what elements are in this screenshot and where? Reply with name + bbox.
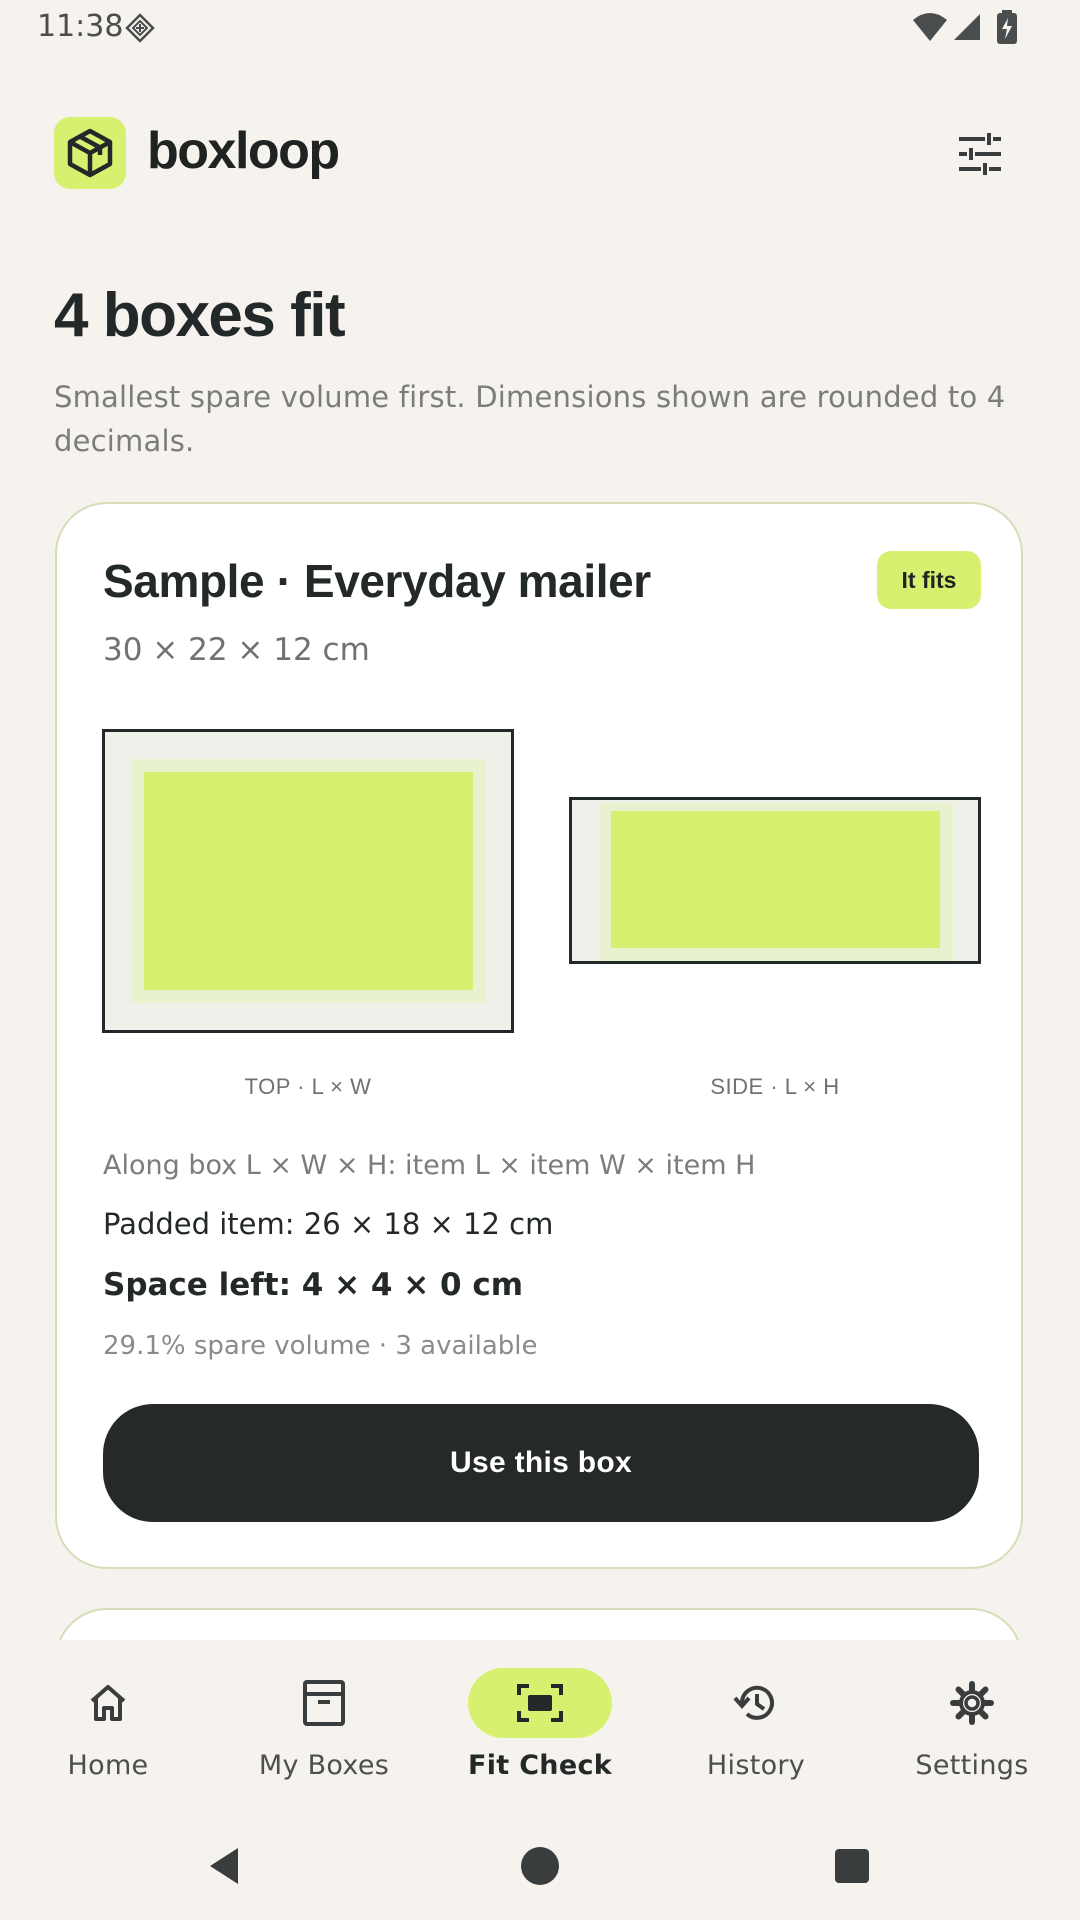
page-subtitle: Smallest spare volume first. Dimensions … [54, 380, 1006, 458]
nav-label: My Boxes [258, 1750, 390, 1781]
notification-diamond-icon [125, 13, 155, 43]
nav-label: Settings [915, 1750, 1029, 1781]
nav-label: Home [67, 1750, 149, 1781]
app-name: boxloop [147, 122, 340, 180]
orientation-text: Along box L × W × H: item L × item W × i… [103, 1150, 756, 1181]
card-title: Sample · Everyday mailer [103, 555, 651, 607]
home-icon [90, 1685, 126, 1721]
recents-icon[interactable] [834, 1848, 870, 1884]
cell-signal-icon [954, 14, 980, 40]
bottom-navigation: Home My Boxes Fit Check History Settings [0, 1640, 1080, 1790]
nav-item-fit-check[interactable]: Fit Check [432, 1640, 648, 1790]
history-icon [733, 1685, 774, 1720]
status-bar: 11:38 [0, 0, 1080, 56]
gear-icon [950, 1681, 994, 1725]
system-navigation-bar [0, 1800, 1080, 1920]
status-time: 11:38 [37, 9, 124, 44]
tune-sliders-icon [959, 133, 1001, 175]
nav-item-my-boxes[interactable]: My Boxes [216, 1640, 432, 1790]
box-dimensions: 30 × 22 × 12 cm [103, 632, 370, 668]
fit-check-icon [517, 1684, 563, 1722]
package-icon [67, 128, 113, 178]
page-title: 4 boxes fit [54, 281, 346, 350]
item-profile [611, 811, 940, 948]
side-view-diagram [569, 797, 981, 964]
side-view-caption: SIDE · L × H [710, 1074, 840, 1099]
battery-charging-icon [997, 10, 1017, 44]
nav-item-settings[interactable]: Settings [864, 1640, 1080, 1790]
nav-label: History [706, 1750, 806, 1781]
space-left: Space left: 4 × 4 × 0 cm [103, 1267, 524, 1303]
wifi-icon [913, 13, 947, 41]
fit-status-badge: It fits [877, 551, 981, 609]
nav-item-home[interactable]: Home [0, 1640, 216, 1790]
padded-item-size: Padded item: 26 × 18 × 12 cm [103, 1207, 554, 1241]
use-this-box-button[interactable]: Use this box [103, 1404, 979, 1522]
app-logo [54, 117, 126, 189]
nav-item-history[interactable]: History [648, 1640, 864, 1790]
archive-box-icon [303, 1680, 345, 1726]
filter-button[interactable] [940, 116, 1020, 192]
top-view-caption: TOP · L × W [244, 1074, 372, 1099]
top-view-diagram [102, 729, 514, 1033]
home-button-icon[interactable] [520, 1846, 560, 1886]
nav-label: Fit Check [467, 1750, 612, 1781]
item-footprint [144, 772, 473, 990]
spare-volume-info: 29.1% spare volume · 3 available [103, 1331, 538, 1361]
box-card: Sample · Everyday mailer It fits 30 × 22… [55, 502, 1023, 1569]
back-icon[interactable] [208, 1846, 240, 1886]
nav-active-indicator [468, 1668, 612, 1738]
